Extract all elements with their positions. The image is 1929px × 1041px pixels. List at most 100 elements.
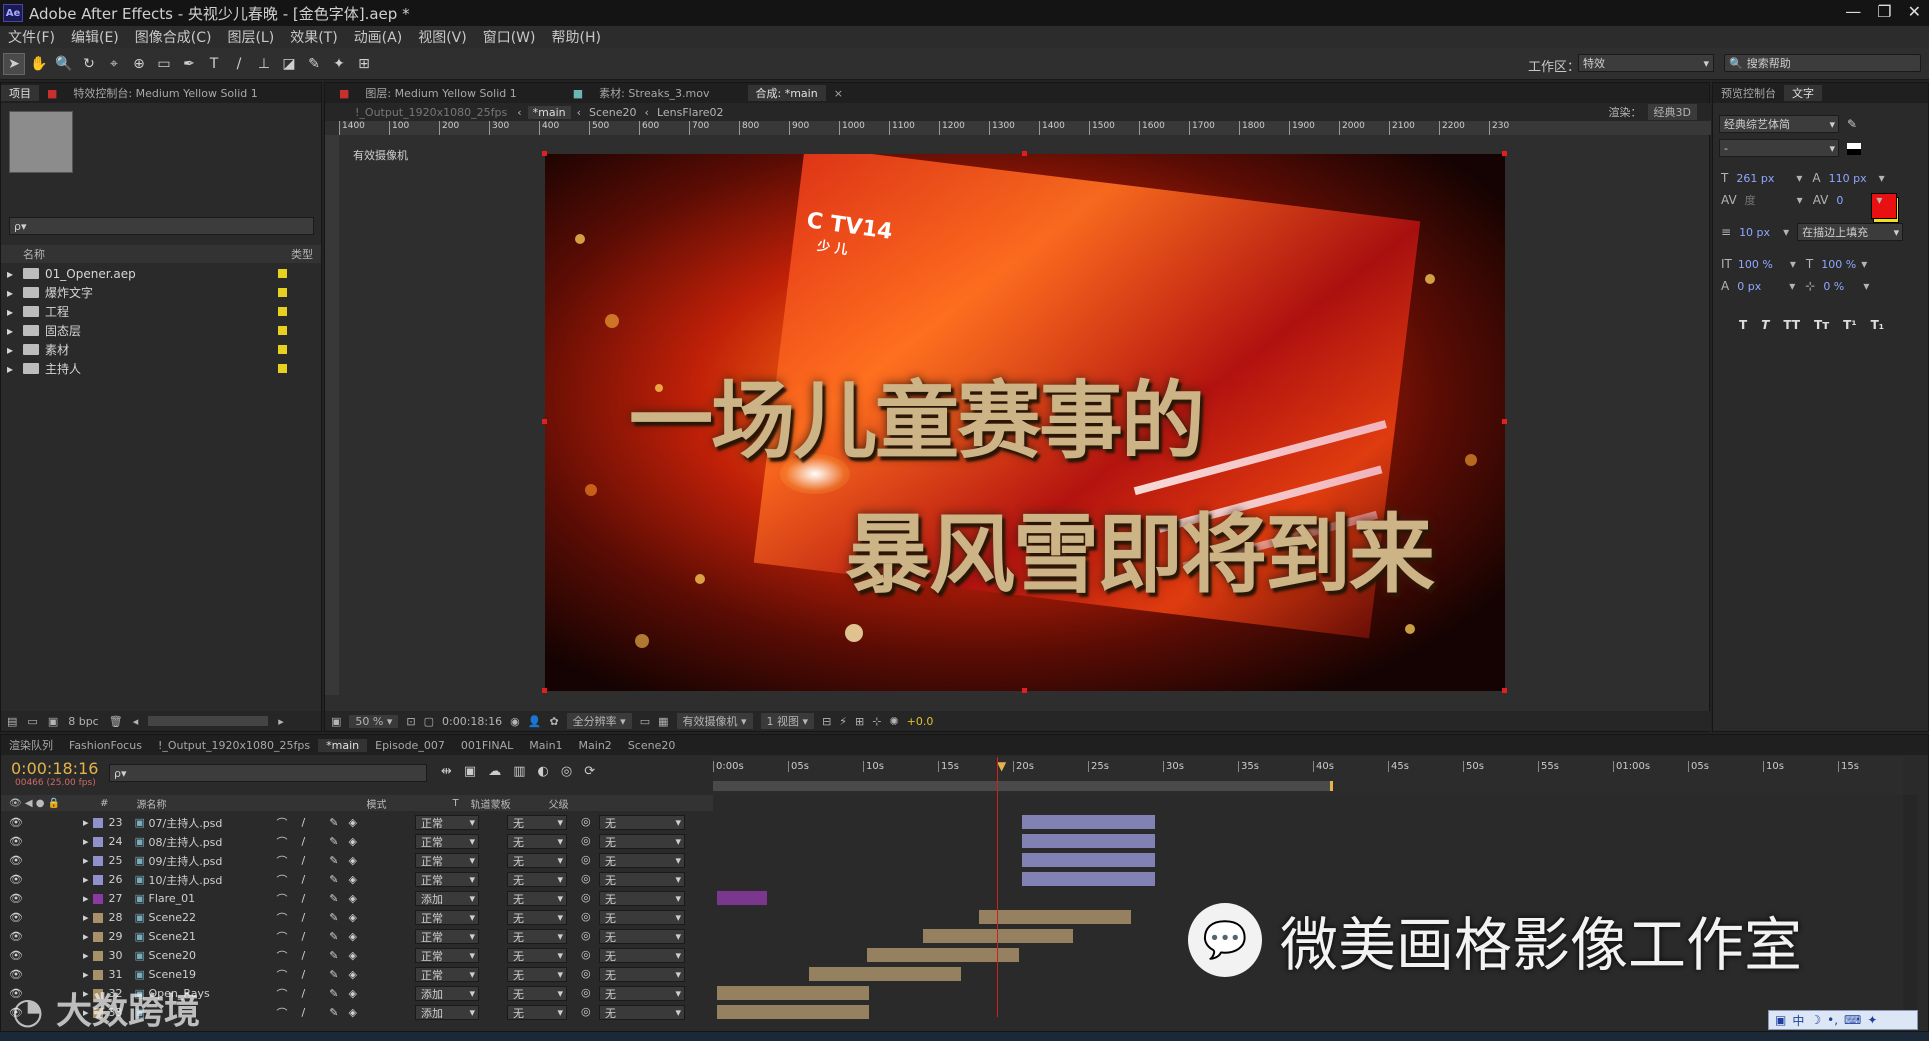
effect-switch-icon[interactable]: ✎ (329, 911, 338, 924)
timeline-timecode[interactable]: 0:00:18:16 (11, 759, 98, 778)
menu-layer[interactable]: 图层(L) (219, 27, 282, 47)
bpc-toggle[interactable]: 8 bpc (68, 715, 99, 728)
3d-layer-icon[interactable]: ◈ (348, 873, 356, 886)
track-matte-select[interactable]: 无 ▾ (507, 1005, 567, 1020)
shy-switch-icon[interactable]: ⌒ (277, 910, 288, 926)
time-ruler[interactable]: 0:00s 05s 10s 15s 20s 25s 30s 35s 40s 45s 50s 55s 01… (713, 757, 1903, 795)
scroll-right-icon[interactable]: ▸ (278, 715, 284, 728)
camera-select[interactable]: 有效摄像机 ▾ (676, 713, 753, 729)
graph-editor-icon[interactable]: ◎ (561, 764, 572, 779)
pen-tool-icon[interactable]: ✒ (178, 53, 200, 75)
table-row[interactable]: 👁 ▸ 32 ▣ Open_Rays ⌒ / ✎ ◈ 添加 ▾ 无 ▾ ◎ 无 ▾ (1, 984, 1929, 1003)
track-matte-select[interactable]: 无 ▾ (507, 967, 567, 982)
tracking-value[interactable]: 0 (1836, 194, 1876, 207)
effect-switch-icon[interactable]: ✎ (329, 987, 338, 1000)
minimize-button[interactable]: — (1845, 2, 1861, 21)
quality-switch-icon[interactable]: / (302, 816, 306, 829)
quality-switch-icon[interactable]: / (302, 892, 306, 905)
blend-mode-select[interactable]: 正常 ▾ (415, 872, 479, 887)
vertical-scrollbar[interactable] (1903, 795, 1917, 1025)
vertical-scale-value[interactable]: 100 % (1738, 258, 1790, 271)
menu-edit[interactable]: 编辑(E) (63, 27, 127, 47)
pick-whip-icon[interactable]: ◎ (581, 891, 591, 904)
track-matte-select[interactable]: 无 ▾ (507, 834, 567, 849)
layer-duration-bar[interactable] (809, 967, 961, 981)
layer-name[interactable]: Scene19 (149, 968, 269, 981)
shy-switch-icon[interactable]: ⌒ (277, 891, 288, 907)
visibility-eye-icon[interactable]: 👁 (9, 816, 23, 829)
parent-select[interactable]: 无 ▾ (599, 967, 685, 982)
zoom-tool-icon[interactable]: 🔍 (53, 53, 75, 75)
font-size-value[interactable]: 261 px (1736, 172, 1796, 185)
menu-file[interactable]: 文件(F) (0, 27, 63, 47)
effect-switch-icon[interactable]: ✎ (329, 1006, 338, 1019)
horizontal-scrollbar[interactable] (148, 716, 269, 726)
timeline-tab[interactable]: !_Output_1920x1080_25fps (150, 739, 318, 752)
layer-label-color[interactable] (92, 855, 103, 866)
timeline-tab[interactable]: FashionFocus (61, 739, 150, 752)
track-matte-select[interactable]: 无 ▾ (507, 910, 567, 925)
menu-composition[interactable]: 图像合成(C) (127, 27, 220, 47)
shy-switch-icon[interactable]: ⌒ (277, 967, 288, 983)
project-search-input[interactable]: ρ▾ (9, 217, 314, 235)
transform-handle[interactable] (1502, 688, 1507, 693)
visibility-eye-icon[interactable]: 👁 (9, 892, 23, 905)
faux-italic-button[interactable]: T (1761, 318, 1769, 332)
rotate-tool-icon[interactable]: ↻ (78, 53, 100, 75)
eraser-tool-icon[interactable]: ◪ (278, 53, 300, 75)
transform-handle[interactable] (542, 688, 547, 693)
region-of-interest-icon[interactable]: ▭ (640, 715, 650, 728)
layer-name[interactable]: Flare_01 (149, 892, 269, 905)
tab-footage[interactable]: 素材: Streaks_3.mov (591, 85, 717, 101)
visibility-eye-icon[interactable]: 👁 (9, 911, 23, 924)
3d-layer-icon[interactable]: ◈ (348, 892, 356, 905)
quality-switch-icon[interactable]: / (302, 949, 306, 962)
pick-whip-icon[interactable]: ◎ (581, 872, 591, 885)
leading-value[interactable]: 110 px (1829, 172, 1879, 185)
effect-switch-icon[interactable]: ✎ (329, 892, 338, 905)
layer-label-color[interactable] (92, 969, 103, 980)
transparency-grid-icon[interactable]: ▦ (658, 715, 668, 728)
pick-whip-icon[interactable]: ◎ (581, 853, 591, 866)
layer-label-color[interactable] (92, 912, 103, 923)
menu-help[interactable]: 帮助(H) (544, 27, 609, 47)
label-color[interactable] (278, 345, 287, 354)
tab-layer[interactable]: 图层: Medium Yellow Solid 1 (357, 85, 524, 101)
frame-blending-icon[interactable]: ▥ (513, 764, 525, 779)
list-item[interactable]: ▸ 素材 (1, 340, 321, 359)
layer-duration-bar[interactable] (923, 929, 1073, 943)
ime-moon-icon[interactable]: ☽ (1810, 1013, 1821, 1027)
crumb-main[interactable]: *main (527, 105, 571, 119)
expand-arrow-icon[interactable]: ▸ (83, 949, 89, 962)
expand-arrow-icon[interactable]: ▸ (83, 911, 89, 924)
parent-select[interactable]: 无 ▾ (599, 872, 685, 887)
layer-label-color[interactable] (92, 874, 103, 885)
table-row[interactable]: 👁 ▸ 24 ▣ 08/主持人.psd ⌒ / ✎ ◈ 正常 ▾ 无 ▾ ◎ 无 ▾ (1, 832, 1929, 851)
small-caps-button[interactable]: Tт (1814, 318, 1829, 332)
effect-switch-icon[interactable]: ✎ (329, 835, 338, 848)
track-matte-select[interactable]: 无 ▾ (507, 872, 567, 887)
blend-mode-select[interactable]: 正常 ▾ (415, 910, 479, 925)
superscript-button[interactable]: T¹ (1843, 318, 1856, 332)
visibility-eye-icon[interactable]: 👁 (9, 949, 23, 962)
layer-duration-bar[interactable] (717, 891, 767, 905)
pick-whip-icon[interactable]: ◎ (581, 967, 591, 980)
eyedropper-icon[interactable]: ✎ (1847, 117, 1857, 131)
mask-visibility-icon[interactable]: ▢ (424, 715, 434, 728)
table-row[interactable]: 👁 ▸ 25 ▣ 09/主持人.psd ⌒ / ✎ ◈ 正常 ▾ 无 ▾ ◎ 无 ▾ (1, 851, 1929, 870)
visibility-eye-icon[interactable]: 👁 (9, 930, 23, 943)
expand-arrow-icon[interactable]: ▸ (7, 267, 13, 281)
track-matte-select[interactable]: 无 ▾ (507, 929, 567, 944)
layer-name[interactable]: Scene22 (149, 911, 269, 924)
transform-handle[interactable] (1022, 151, 1027, 156)
all-caps-button[interactable]: TT (1783, 318, 1800, 332)
effect-switch-icon[interactable]: ✎ (329, 816, 338, 829)
blend-mode-select[interactable]: 添加 ▾ (415, 891, 479, 906)
layer-label-color[interactable] (92, 893, 103, 904)
expand-arrow-icon[interactable]: ▸ (83, 816, 89, 829)
column-t[interactable]: T (453, 798, 459, 809)
puppet-tool-icon[interactable]: ✦ (328, 53, 350, 75)
pick-whip-icon[interactable]: ◎ (581, 815, 591, 828)
black-swatch[interactable] (1847, 149, 1861, 155)
menu-window[interactable]: 窗口(W) (475, 27, 544, 47)
